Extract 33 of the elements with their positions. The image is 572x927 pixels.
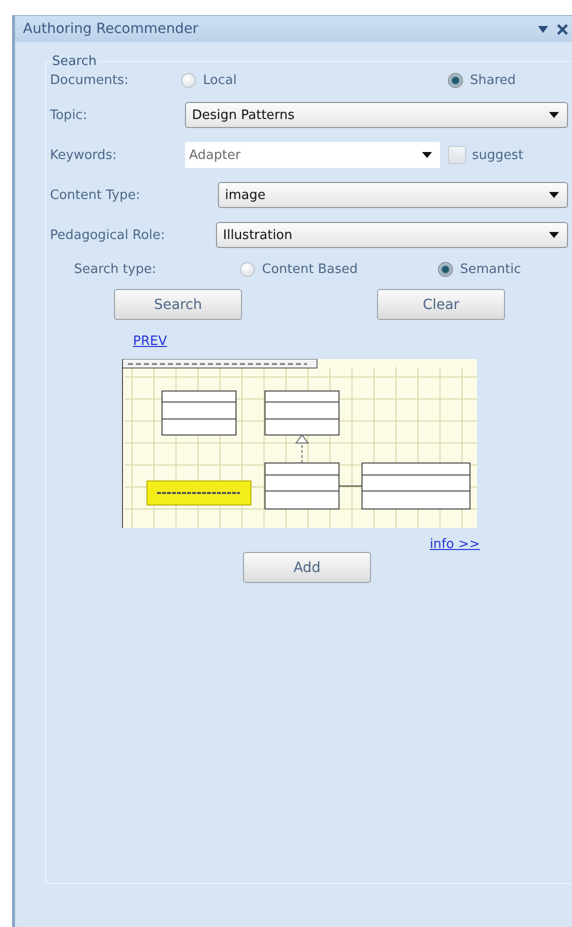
field-label: Topic:: [50, 108, 88, 122]
caret-icon: [549, 192, 559, 198]
action-button[interactable]: Clear: [377, 289, 505, 320]
field-label: Documents:: [50, 73, 130, 88]
keywords-field[interactable]: Adapter: [185, 142, 440, 168]
caret-icon: [422, 152, 432, 158]
field-label: Keywords:: [50, 148, 118, 162]
caret-icon[interactable]: [538, 26, 548, 32]
field-label: Search type:: [74, 262, 158, 277]
group-title: Search: [51, 54, 98, 69]
radio-option[interactable]: Local: [181, 73, 237, 88]
radio-button[interactable]: [240, 262, 255, 277]
info-link[interactable]: info >>: [430, 537, 480, 552]
radio-option[interactable]: Shared: [448, 73, 516, 88]
add-button[interactable]: Add: [243, 552, 371, 583]
caret-icon: [549, 112, 559, 118]
dropdown[interactable]: Illustration: [216, 222, 568, 248]
field-label: Pedagogical Role:: [50, 228, 166, 242]
checkbox[interactable]: [448, 146, 466, 164]
radio-option[interactable]: Content Based: [240, 262, 358, 277]
radio-button[interactable]: [181, 73, 196, 88]
caret-icon: [549, 232, 559, 238]
radio-button[interactable]: [438, 262, 453, 277]
dropdown[interactable]: Design Patterns: [185, 102, 568, 128]
panel-title: Authoring Recommender: [23, 21, 198, 37]
checkbox-label: suggest: [472, 148, 524, 162]
radio-option[interactable]: Semantic: [438, 262, 521, 277]
close-icon[interactable]: [557, 24, 568, 34]
dropdown[interactable]: image: [218, 182, 568, 208]
action-button[interactable]: Search: [114, 289, 242, 320]
radio-button[interactable]: [448, 73, 463, 88]
field-label: Content Type:: [50, 188, 142, 202]
prev-link[interactable]: PREV: [133, 334, 167, 349]
